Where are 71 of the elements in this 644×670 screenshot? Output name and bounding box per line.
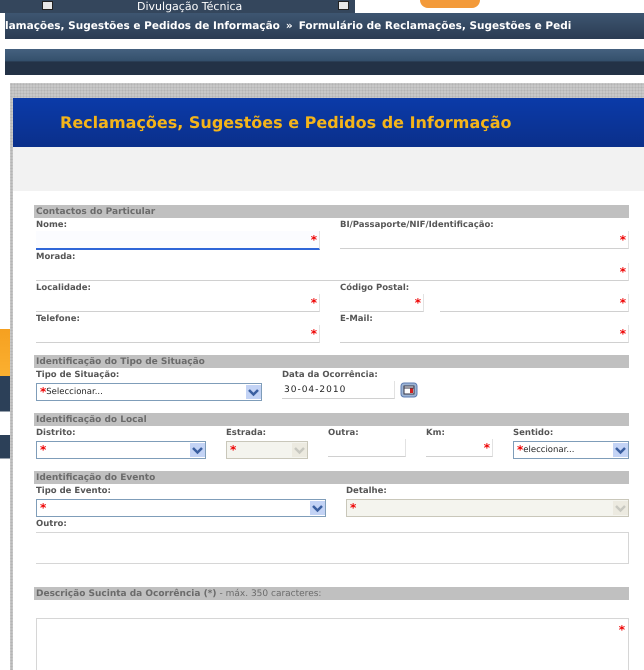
required-mark: *	[310, 234, 317, 244]
section-title: Identificação do Evento	[36, 472, 156, 482]
dropdown-value: Seleccionar...	[46, 387, 103, 397]
field-label: Nome:	[36, 219, 68, 231]
decorative-shape	[420, 0, 480, 8]
field-label: Data da Ocorrência:	[282, 369, 379, 381]
required-mark: *	[40, 387, 46, 397]
section-title: Identificação do Local	[36, 414, 147, 424]
calendar-icon[interactable]	[400, 382, 418, 398]
field-label: Morada:	[36, 251, 76, 263]
chevron-down-icon	[246, 385, 261, 399]
required-mark: *	[517, 445, 524, 455]
field-label: Outro:	[36, 518, 68, 530]
collapse-icon[interactable]	[338, 1, 350, 10]
field-label: Telefone:	[36, 313, 81, 325]
field-label: Km:	[426, 427, 446, 439]
chevron-down-icon	[292, 443, 307, 457]
field-label: Tipo de Evento:	[36, 485, 112, 497]
field-label: Tipo de Situação:	[36, 369, 120, 381]
dropdown[interactable]: *	[36, 499, 326, 517]
input-field[interactable]: *	[440, 294, 629, 312]
chevron-down-icon	[613, 443, 628, 457]
field-label: Outra:	[328, 427, 360, 439]
text-area[interactable]: *	[36, 618, 629, 670]
chevron-down-icon	[613, 501, 628, 515]
section-title: Descrição Sucinta da Ocorrência (*)	[36, 588, 217, 598]
breadcrumb-link[interactable]: lamações, Sugestões e Pedidos de Informação	[5, 20, 280, 32]
section-title: Identificação do Tipo de Situação	[36, 356, 205, 366]
field-label: Sentido:	[513, 427, 554, 439]
field-label: Estrada:	[226, 427, 268, 439]
required-mark: *	[620, 298, 626, 308]
required-mark: *	[310, 298, 317, 308]
field-label: Código Postal:	[340, 282, 410, 294]
required-mark: *	[310, 328, 317, 338]
input-field[interactable]: *	[36, 231, 320, 250]
field-label: Distrito:	[36, 427, 76, 439]
dropdown[interactable]: *	[36, 441, 206, 459]
dropdown-value: eleccionar...	[523, 445, 574, 455]
field-label: BI/Passaporte/NIF/Identificação:	[340, 219, 495, 231]
dropdown[interactable]: *Seleccionar...	[36, 383, 262, 401]
field-label: Localidade:	[36, 282, 92, 294]
field-label: E-Mail:	[340, 313, 374, 325]
required-mark: *	[620, 266, 626, 276]
chevron-down-icon	[310, 501, 325, 515]
required-mark: *	[230, 445, 236, 455]
required-mark: *	[618, 625, 625, 639]
input-field[interactable]: *	[340, 231, 629, 249]
breadcrumb-separator: »	[286, 20, 293, 32]
required-mark: *	[484, 442, 490, 452]
input-field[interactable]: *	[340, 294, 424, 312]
required-mark: *	[620, 234, 626, 244]
required-mark: *	[40, 445, 46, 455]
chevron-down-icon	[190, 443, 205, 457]
input-field[interactable]: *	[36, 294, 320, 312]
collapse-icon[interactable]	[42, 1, 53, 10]
breadcrumb-link[interactable]: Formulário de Reclamações, Sugestões e Pedi	[298, 20, 572, 32]
nav-menu-item[interactable]: Divulgação Técnica	[137, 0, 242, 13]
required-mark: *	[40, 503, 46, 513]
required-mark: *	[620, 328, 626, 338]
dialog-title: Reclamações, Sugestões e Pedidos de Informação	[60, 113, 512, 132]
date-field[interactable]: 30-04-2010	[282, 381, 395, 399]
required-mark: *	[414, 298, 421, 308]
field-label: Detalhe:	[346, 485, 388, 497]
required-mark: *	[350, 503, 356, 513]
section-title: Contactos do Particular	[36, 206, 156, 216]
input-field[interactable]: *	[340, 325, 629, 343]
section-note: - máx. 350 caracteres:	[220, 588, 322, 598]
input-field[interactable]: *	[36, 325, 320, 343]
input-field[interactable]: *	[426, 439, 493, 457]
input-field[interactable]: *	[36, 263, 629, 281]
dropdown[interactable]: *eleccionar...	[513, 441, 629, 459]
